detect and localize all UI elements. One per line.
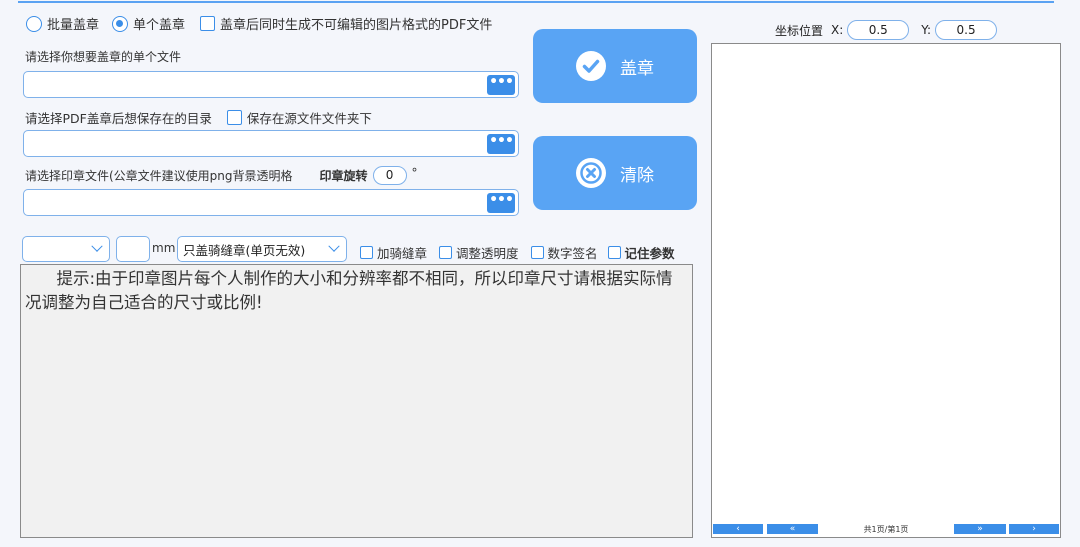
tip-textarea[interactable]: 提示:由于印章图片每个人制作的大小和分辨率都不相同，所以印章尺寸请根据实际情况调… [20, 264, 693, 538]
output-browse-button[interactable]: ••• [487, 134, 515, 154]
stamp-button[interactable]: 盖章 [533, 29, 697, 103]
preview-panel[interactable] [711, 43, 1061, 538]
first-page-button[interactable]: « [767, 524, 818, 534]
add-seam-label: 加骑缝章 [377, 246, 428, 261]
coords-label: 坐标位置 [775, 23, 824, 38]
digital-sign-checkbox[interactable] [530, 246, 544, 259]
remember-label: 记住参数 [624, 246, 675, 261]
next-page-button[interactable]: › [1009, 524, 1059, 534]
single-radio[interactable] [112, 15, 129, 32]
top-divider [18, 1, 1054, 3]
prev-page-button[interactable]: ‹ [713, 524, 763, 534]
pdf-image-label: 盖章后同时生成不可编辑的图片格式的PDF文件 [220, 18, 493, 33]
clear-button[interactable]: 清除 [533, 136, 697, 210]
coords-row: 坐标位置 X: 0.5 Y: 0.5 [775, 20, 998, 40]
last-page-button[interactable]: » [954, 524, 1006, 534]
rotate-label: 印章旋转 [319, 169, 368, 183]
chevron-down-icon [328, 240, 340, 252]
rotate-input[interactable]: 0 [372, 166, 407, 185]
stamp-browse-button[interactable]: ••• [487, 193, 515, 213]
file-label: 请选择你想要盖章的单个文件 [25, 50, 182, 64]
size-select[interactable] [22, 236, 110, 262]
batch-radio[interactable] [26, 15, 42, 32]
output-row: 请选择PDF盖章后想保存在的目录 保存在源文件文件夹下 [25, 108, 372, 127]
y-input[interactable]: 0.5 [935, 20, 998, 40]
mm-input[interactable] [116, 236, 150, 262]
remember-checkbox[interactable] [607, 246, 621, 259]
stamp-input[interactable]: ••• [23, 189, 519, 216]
mm-unit: mm [152, 241, 176, 255]
adjust-opacity-label: 调整透明度 [456, 246, 519, 261]
y-label: Y: [921, 23, 932, 37]
x-label: X: [831, 23, 844, 37]
single-label: 单个盖章 [133, 18, 186, 33]
seam-select[interactable]: 只盖骑缝章(单页无效) [177, 236, 347, 262]
adjust-opacity-checkbox[interactable] [439, 246, 453, 259]
save-source-label: 保存在源文件文件夹下 [246, 111, 372, 126]
add-seam-checkbox[interactable] [360, 246, 373, 259]
pdf-image-checkbox[interactable] [200, 16, 216, 31]
chevron-down-icon [91, 240, 103, 252]
mode-row: 批量盖章 单个盖章 盖章后同时生成不可编辑的图片格式的PDF文件 [26, 14, 492, 33]
page-info: 共1页/第1页 [863, 525, 909, 534]
file-browse-button[interactable]: ••• [487, 75, 515, 95]
digital-sign-label: 数字签名 [547, 246, 598, 261]
file-input[interactable]: ••• [23, 71, 519, 98]
seam-select-value: 只盖骑缝章(单页无效) [183, 242, 306, 258]
output-input[interactable]: ••• [23, 130, 519, 157]
clear-button-label: 清除 [620, 165, 654, 186]
stamp-row: 请选择印章文件(公章文件建议使用png背景透明格 印章旋转 0 ° [25, 166, 418, 185]
degree-symbol: ° [411, 165, 418, 180]
options-checkboxes: 加骑缝章 调整透明度 数字签名 记住参数 [360, 243, 675, 262]
save-source-checkbox[interactable] [226, 110, 242, 125]
check-circle-icon [576, 51, 606, 81]
stamp-label: 请选择印章文件(公章文件建议使用png背景透明格 [25, 169, 293, 183]
x-circle-icon [576, 158, 606, 188]
x-input[interactable]: 0.5 [847, 20, 910, 40]
output-label: 请选择PDF盖章后想保存在的目录 [25, 111, 212, 126]
batch-label: 批量盖章 [47, 18, 100, 33]
stamp-button-label: 盖章 [620, 58, 654, 79]
